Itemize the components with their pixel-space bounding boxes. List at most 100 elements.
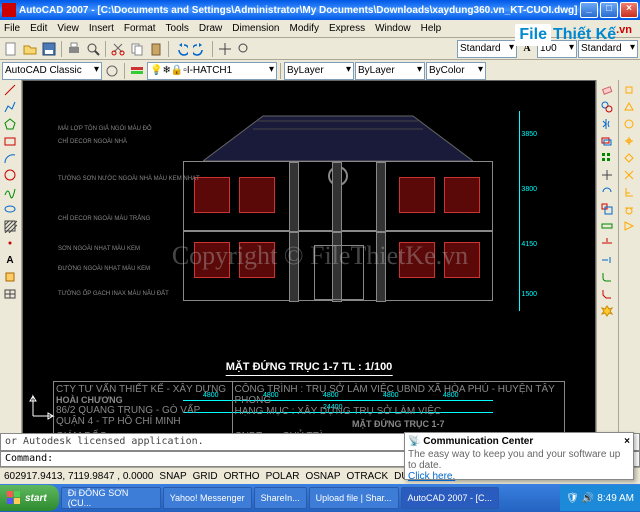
menu-file[interactable]: File (4, 23, 20, 34)
ortho-toggle[interactable]: ORTHO (224, 471, 260, 482)
tangent-snap[interactable] (620, 201, 638, 217)
minimize-button[interactable]: _ (580, 2, 598, 18)
taskbar-item-active[interactable]: AutoCAD 2007 - [C... (401, 487, 500, 509)
menu-tools[interactable]: Tools (166, 23, 189, 34)
move-tool[interactable] (598, 167, 616, 183)
endpoint-snap[interactable] (620, 82, 638, 98)
color-dropdown[interactable]: ByColor (426, 62, 486, 80)
intersection-snap[interactable] (620, 167, 638, 183)
table-tool[interactable] (1, 286, 19, 302)
popup-close-icon[interactable]: × (624, 436, 630, 447)
chamfer-tool[interactable] (598, 286, 616, 302)
start-button[interactable]: start (0, 485, 59, 511)
save-button[interactable] (40, 40, 58, 58)
copy-tool[interactable] (598, 99, 616, 115)
center-snap[interactable] (620, 116, 638, 132)
menu-insert[interactable]: Insert (89, 23, 114, 34)
point-tool[interactable] (1, 235, 19, 251)
communication-center-popup: 📡 Communication Center× The easy way to … (404, 432, 634, 480)
menu-express[interactable]: Express (329, 23, 365, 34)
taskbar-item[interactable]: ShareIn... (254, 487, 307, 509)
popup-body: The easy way to keep you and your softwa… (408, 449, 630, 471)
trim-tool[interactable] (598, 235, 616, 251)
taskbar-item[interactable]: Upload file | Shar... (309, 487, 399, 509)
open-button[interactable] (21, 40, 39, 58)
taskbar-item[interactable]: Yahoo! Messenger (163, 487, 252, 509)
menu-draw[interactable]: Draw (199, 23, 222, 34)
popup-link[interactable]: Click here. (408, 471, 630, 482)
drawing-title: MẶT ĐỨNG TRỤC 1-7 TL : 1/100 (226, 361, 393, 376)
menu-view[interactable]: View (57, 23, 79, 34)
polar-toggle[interactable]: POLAR (266, 471, 300, 482)
mirror-tool[interactable] (598, 116, 616, 132)
snap-toggle[interactable]: SNAP (159, 471, 186, 482)
nearest-snap[interactable] (620, 218, 638, 234)
zoom-button[interactable] (235, 40, 253, 58)
midpoint-snap[interactable] (620, 99, 638, 115)
menu-window[interactable]: Window (375, 23, 411, 34)
circle-tool[interactable] (1, 167, 19, 183)
menu-modify[interactable]: Modify (290, 23, 319, 34)
maximize-button[interactable]: □ (600, 2, 618, 18)
linetype-dropdown[interactable]: ByLayer (284, 62, 354, 80)
menu-help[interactable]: Help (421, 23, 442, 34)
style-dropdown[interactable]: Standard (457, 40, 517, 58)
block-tool[interactable] (1, 269, 19, 285)
app-icon (2, 3, 16, 17)
polygon-tool[interactable] (1, 116, 19, 132)
osnap-toggle[interactable]: OSNAP (305, 471, 340, 482)
hatch-tool[interactable] (1, 218, 19, 234)
copy-button[interactable] (128, 40, 146, 58)
paste-button[interactable] (147, 40, 165, 58)
osnap-toolbar (618, 80, 640, 442)
cut-button[interactable] (109, 40, 127, 58)
line-tool[interactable] (1, 82, 19, 98)
workspace-dropdown[interactable]: AutoCAD Classic (2, 62, 102, 80)
node-snap[interactable] (620, 133, 638, 149)
otrack-toggle[interactable]: OTRACK (347, 471, 389, 482)
layer-manager-icon[interactable] (128, 62, 146, 80)
grid-toggle[interactable]: GRID (193, 471, 218, 482)
annotation: TƯỜNG SƠN NƯỚC NGOÀI NHÀ MÀU KEM NHẠT (58, 176, 200, 182)
scale-tool[interactable] (598, 201, 616, 217)
menu-dimension[interactable]: Dimension (232, 23, 279, 34)
tray-icon[interactable]: 🔊 (582, 493, 594, 504)
quadrant-snap[interactable] (620, 150, 638, 166)
perpendicular-snap[interactable] (620, 184, 638, 200)
explode-tool[interactable] (598, 303, 616, 319)
taskbar-item[interactable]: Đi ĐÔNG SƠN (CU... (61, 487, 161, 509)
fillet-tool[interactable] (598, 269, 616, 285)
dim-text: 1500 (521, 291, 537, 298)
stretch-tool[interactable] (598, 218, 616, 234)
print-button[interactable] (65, 40, 83, 58)
spline-tool[interactable] (1, 184, 19, 200)
redo-button[interactable] (191, 40, 209, 58)
undo-button[interactable] (172, 40, 190, 58)
menu-format[interactable]: Format (124, 23, 156, 34)
pan-button[interactable] (216, 40, 234, 58)
rotate-tool[interactable] (598, 184, 616, 200)
rectangle-tool[interactable] (1, 133, 19, 149)
extend-tool[interactable] (598, 252, 616, 268)
layer-dropdown[interactable]: 💡❄🔒▫ I-HATCH1 (147, 62, 277, 80)
close-button[interactable]: × (620, 2, 638, 18)
array-tool[interactable] (598, 150, 616, 166)
menu-edit[interactable]: Edit (30, 23, 47, 34)
erase-tool[interactable] (598, 82, 616, 98)
offset-tool[interactable] (598, 133, 616, 149)
system-tray[interactable]: 🛡 🔊 8:49 AM (560, 485, 640, 511)
first-floor (183, 231, 493, 301)
annotation: CHỈ DECOR NGOÀI NHÀ (58, 139, 127, 145)
lineweight-dropdown[interactable]: ByLayer (355, 62, 425, 80)
ellipse-tool[interactable] (1, 201, 19, 217)
preview-button[interactable] (84, 40, 102, 58)
text-tool[interactable]: A (1, 252, 19, 268)
arc-tool[interactable] (1, 150, 19, 166)
drawing-area[interactable]: MÁI LỢP TÔN GIẢ NGÓI MÀU ĐỎ CHỈ DECOR NG… (22, 80, 596, 442)
workspace-settings-icon[interactable] (103, 62, 121, 80)
tray-icon[interactable]: 🛡 (566, 493, 579, 504)
clock[interactable]: 8:49 AM (597, 493, 634, 504)
annotation: CHỈ DECOR NGOÀI MÀU TRẮNG (58, 216, 150, 222)
new-button[interactable] (2, 40, 20, 58)
polyline-tool[interactable] (1, 99, 19, 115)
